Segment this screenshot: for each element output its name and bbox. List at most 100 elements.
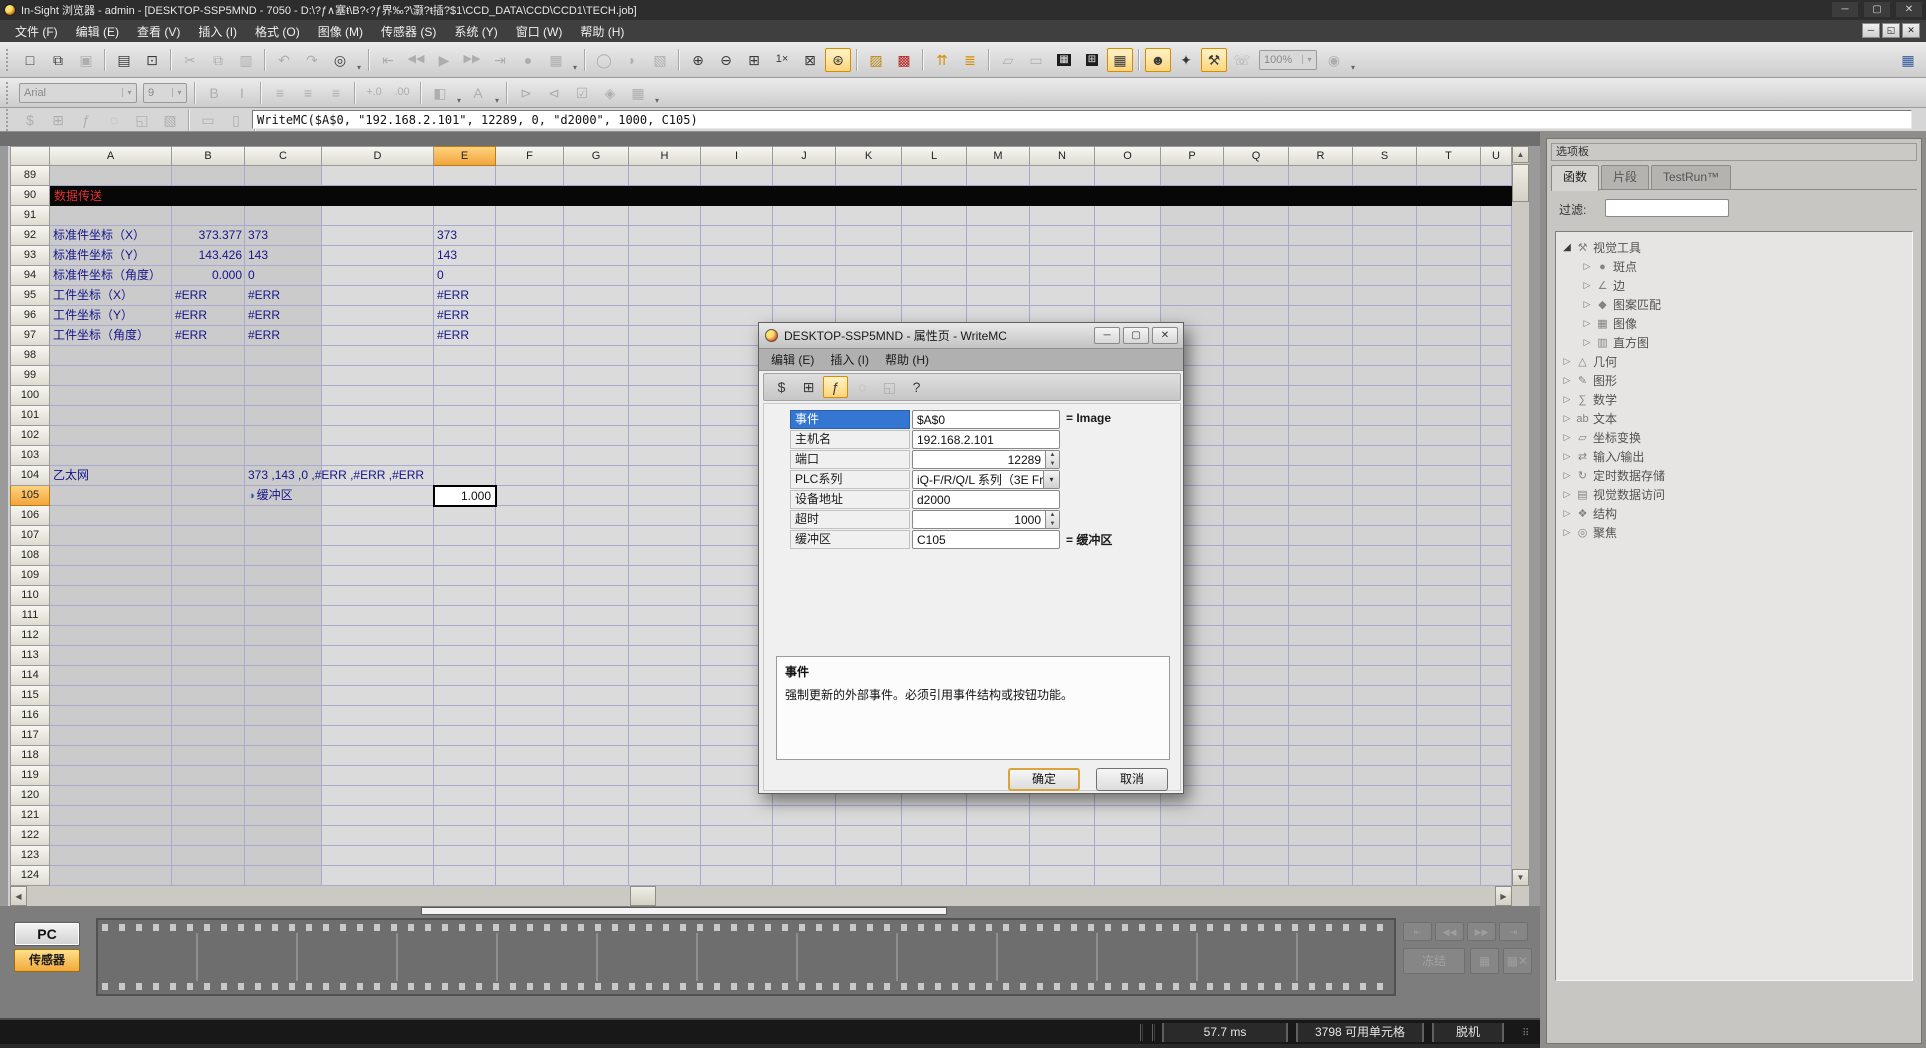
image-color-icon[interactable]: ▩	[891, 48, 917, 72]
select-all-corner[interactable]	[10, 146, 50, 166]
print-preview-icon[interactable]: ⊡	[139, 48, 165, 72]
tree-item-image[interactable]: ▷▦图像	[1556, 314, 1912, 333]
insert-table-icon[interactable]: ⊞	[45, 108, 71, 132]
maximize-button[interactable]: ▢	[1864, 2, 1890, 17]
toolbar-overflow-icon[interactable]: ▾	[492, 81, 502, 105]
column-header-E[interactable]: E	[434, 146, 496, 166]
menu-system[interactable]: 系统 (Y)	[445, 21, 506, 42]
tree-item-blob[interactable]: ▷●斑点	[1556, 257, 1912, 276]
cell-E95[interactable]: #ERR	[434, 286, 620, 306]
field-input-port[interactable]: 12289▲▼	[912, 450, 1060, 469]
film-forward-icon[interactable]: ▶▶	[1467, 922, 1496, 941]
absolute-reference-icon[interactable]: $	[769, 376, 794, 398]
row-header-123[interactable]: 123	[10, 846, 50, 866]
font-color-icon[interactable]: A	[465, 81, 491, 105]
view-image-icon[interactable]: ▦	[1051, 48, 1077, 72]
column-header-Q[interactable]: Q	[1224, 146, 1289, 166]
view-overlay-icon[interactable]: ⊞	[1079, 48, 1105, 72]
row-header-101[interactable]: 101	[10, 406, 50, 426]
italic-icon[interactable]: I	[229, 81, 255, 105]
column-header-K[interactable]: K	[836, 146, 902, 166]
toolbar-grip[interactable]	[6, 82, 11, 104]
dialog-menu-edit[interactable]: 编辑 (E)	[763, 349, 822, 370]
row-header-112[interactable]: 112	[10, 626, 50, 646]
column-header-P[interactable]: P	[1161, 146, 1224, 166]
field-input-device-address[interactable]: d2000	[912, 490, 1060, 509]
column-header-D[interactable]: D	[322, 146, 434, 166]
resize-region-icon[interactable]: ◱	[877, 376, 902, 398]
menu-insert[interactable]: 插入 (I)	[189, 21, 246, 42]
scroll-right-icon[interactable]: ▶	[1495, 886, 1512, 906]
fast-forward-icon[interactable]: ▶▶	[459, 48, 485, 72]
formula-input[interactable]	[252, 110, 1912, 129]
mdi-close-button[interactable]: ✕	[1902, 23, 1920, 38]
row-header-99[interactable]: 99	[10, 366, 50, 386]
field-label-event[interactable]: 事件	[790, 410, 910, 429]
row-header-105[interactable]: 105	[10, 486, 50, 506]
tree-item-vision-tools[interactable]: ◢⚒视觉工具	[1556, 238, 1912, 257]
toolbar-overflow-icon[interactable]: ▾	[652, 81, 662, 105]
tree-item-coord-transform[interactable]: ▷▱坐标变换	[1556, 428, 1912, 447]
row-header-115[interactable]: 115	[10, 686, 50, 706]
password-key-icon[interactable]: ✦	[1173, 48, 1199, 72]
tree-item-structure[interactable]: ▷❖结构	[1556, 504, 1912, 523]
film-rewind-icon[interactable]: ◀◀	[1435, 922, 1464, 941]
validate-cells-icon[interactable]: ☑	[569, 81, 595, 105]
pc-button[interactable]: PC	[14, 922, 80, 946]
horizontal-scroll-thumb[interactable]	[630, 886, 656, 906]
paste-icon[interactable]: ▥	[233, 48, 259, 72]
dialog-close-button[interactable]: ✕	[1152, 327, 1178, 344]
column-header-C[interactable]: C	[245, 146, 322, 166]
field-input-timeout[interactable]: 1000▲▼	[912, 510, 1060, 529]
insert-function-icon[interactable]: ƒ	[823, 376, 848, 398]
rewind-icon[interactable]: ◀◀	[403, 48, 429, 72]
row-header-95[interactable]: 95	[10, 286, 50, 306]
zoom-out-icon[interactable]: ⊖	[713, 48, 739, 72]
cell-E96[interactable]: #ERR	[434, 306, 620, 326]
column-header-L[interactable]: L	[902, 146, 967, 166]
mdi-restore-button[interactable]: ◱	[1882, 23, 1900, 38]
toolbar-grip[interactable]	[6, 109, 11, 131]
row-header-122[interactable]: 122	[10, 826, 50, 846]
selected-cell[interactable]: 1.000	[433, 485, 497, 507]
field-label-device-address[interactable]: 设备地址	[790, 490, 910, 509]
go-first-icon[interactable]: ⇤	[375, 48, 401, 72]
increase-decimal-icon[interactable]: +.0	[361, 81, 387, 105]
row-header-107[interactable]: 107	[10, 526, 50, 546]
tab-snippets[interactable]: 片段	[1601, 165, 1649, 189]
tree-item-input-output[interactable]: ▷⇄输入/输出	[1556, 447, 1912, 466]
tree-item-graphics[interactable]: ▷✎图形	[1556, 371, 1912, 390]
image-region-icon[interactable]: ▧	[647, 48, 673, 72]
dialog-menu-insert[interactable]: 插入 (I)	[822, 349, 877, 370]
remove-structure-icon[interactable]: ⊲	[541, 81, 567, 105]
row-header-89[interactable]: 89	[10, 166, 50, 186]
lasso-select-icon[interactable]: ◌	[850, 376, 875, 398]
row-header-96[interactable]: 96	[10, 306, 50, 326]
toolbar-grip[interactable]	[6, 49, 11, 71]
column-header-A[interactable]: A	[50, 146, 172, 166]
lasso-select-icon[interactable]: ◌	[101, 108, 127, 132]
open-job-icon[interactable]: ⧉	[45, 48, 71, 72]
dialog-maximize-button[interactable]: ▢	[1123, 327, 1149, 344]
comment-icon[interactable]: ▭	[195, 108, 221, 132]
align-left-icon[interactable]: ≡	[267, 81, 293, 105]
image-adjust-icon[interactable]: ▨	[863, 48, 889, 72]
ok-button[interactable]: 确定	[1008, 768, 1080, 791]
toolbar-overflow-icon[interactable]: ▾	[354, 48, 364, 72]
row-header-106[interactable]: 106	[10, 506, 50, 526]
column-header-G[interactable]: G	[564, 146, 629, 166]
row-header-104[interactable]: 104	[10, 466, 50, 486]
field-label-hostname[interactable]: 主机名	[790, 430, 910, 449]
film-save-icon[interactable]: ▦	[1470, 948, 1499, 974]
play-icon[interactable]: ▶	[431, 48, 457, 72]
cell-C104[interactable]: 373 ,143 ,0 ,#ERR ,#ERR ,#ERR	[245, 466, 476, 486]
sensor-button[interactable]: 传感器	[14, 949, 80, 972]
tree-item-histogram[interactable]: ▷▥直方图	[1556, 333, 1912, 352]
row-header-108[interactable]: 108	[10, 546, 50, 566]
toolbar-overflow-icon[interactable]: ▾	[1348, 48, 1358, 72]
menu-image[interactable]: 图像 (M)	[309, 21, 372, 42]
scroll-left-icon[interactable]: ◀	[10, 886, 27, 906]
tree-item-text[interactable]: ▷ab文本	[1556, 409, 1912, 428]
record-icon[interactable]: ●	[515, 48, 541, 72]
ellipse-tool-icon[interactable]: ◯	[591, 48, 617, 72]
